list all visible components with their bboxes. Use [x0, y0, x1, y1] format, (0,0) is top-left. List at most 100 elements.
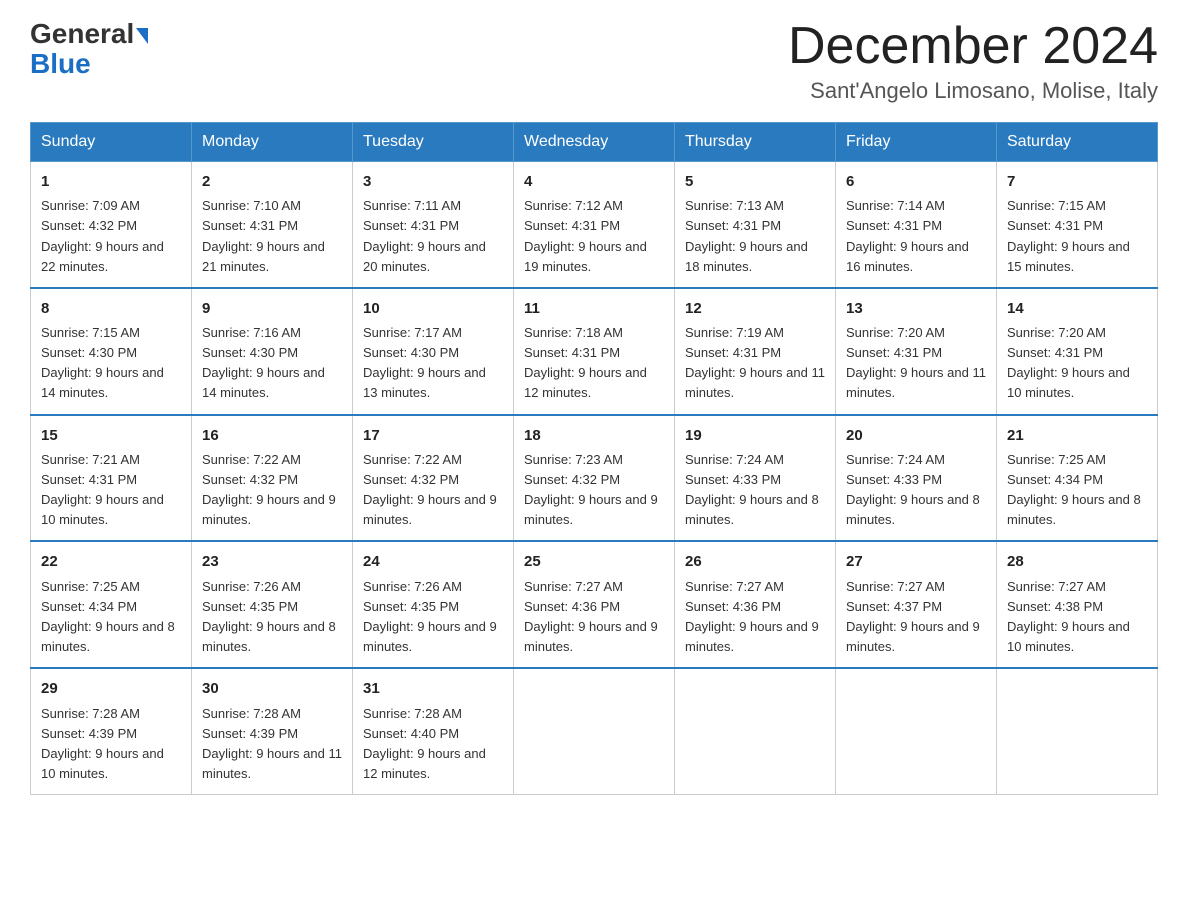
- sunset-text: Sunset: 4:40 PM: [363, 726, 459, 741]
- sunrise-text: Sunrise: 7:26 AM: [202, 579, 301, 594]
- sunset-text: Sunset: 4:35 PM: [202, 599, 298, 614]
- day-number: 9: [202, 297, 342, 320]
- daylight-text: Daylight: 9 hours and 14 minutes.: [41, 365, 164, 400]
- col-saturday: Saturday: [997, 123, 1158, 162]
- sunrise-text: Sunrise: 7:13 AM: [685, 198, 784, 213]
- day-number: 2: [202, 170, 342, 193]
- daylight-text: Daylight: 9 hours and 16 minutes.: [846, 239, 969, 274]
- day-number: 27: [846, 550, 986, 573]
- table-cell: 19Sunrise: 7:24 AMSunset: 4:33 PMDayligh…: [675, 415, 836, 542]
- day-number: 29: [41, 677, 181, 700]
- sunset-text: Sunset: 4:32 PM: [41, 218, 137, 233]
- col-sunday: Sunday: [31, 123, 192, 162]
- day-number: 13: [846, 297, 986, 320]
- daylight-text: Daylight: 9 hours and 10 minutes.: [41, 746, 164, 781]
- sunrise-text: Sunrise: 7:10 AM: [202, 198, 301, 213]
- day-number: 22: [41, 550, 181, 573]
- sunrise-text: Sunrise: 7:22 AM: [363, 452, 462, 467]
- table-cell: 29 Sunrise: 7:28 AM Sunset: 4:39 PM Dayligh…: [31, 668, 192, 794]
- daylight-text: Daylight: 9 hours and 8 minutes.: [846, 492, 980, 527]
- daylight-text: Daylight: 9 hours and 9 minutes.: [202, 492, 336, 527]
- daylight-text: Daylight: 9 hours and 12 minutes.: [524, 365, 647, 400]
- day-number: 28: [1007, 550, 1147, 573]
- sunrise-text: Sunrise: 7:17 AM: [363, 325, 462, 340]
- sunrise-text: Sunrise: 7:18 AM: [524, 325, 623, 340]
- table-cell: 31Sunrise: 7:28 AMSunset: 4:40 PMDayligh…: [353, 668, 514, 794]
- page-header: General Blue December 2024 Sant'Angelo L…: [30, 20, 1158, 104]
- table-cell: 7Sunrise: 7:15 AMSunset: 4:31 PMDaylight…: [997, 162, 1158, 288]
- sunset-text: Sunset: 4:38 PM: [1007, 599, 1103, 614]
- day-number: 31: [363, 677, 503, 700]
- day-number: 19: [685, 424, 825, 447]
- day-number: 6: [846, 170, 986, 193]
- logo-general: General: [30, 18, 134, 49]
- daylight-text: Daylight: 9 hours and 8 minutes.: [202, 619, 336, 654]
- day-number: 5: [685, 170, 825, 193]
- sunset-text: Sunset: 4:31 PM: [1007, 345, 1103, 360]
- table-cell: 26Sunrise: 7:27 AMSunset: 4:36 PMDayligh…: [675, 541, 836, 668]
- daylight-text: Daylight: 9 hours and 10 minutes.: [1007, 365, 1130, 400]
- daylight-text: Daylight: 9 hours and 9 minutes.: [846, 619, 980, 654]
- sunset-text: Sunset: 4:36 PM: [524, 599, 620, 614]
- daylight-text: Daylight: 9 hours and 8 minutes.: [1007, 492, 1141, 527]
- table-cell: 4Sunrise: 7:12 AMSunset: 4:31 PMDaylight…: [514, 162, 675, 288]
- day-number: 26: [685, 550, 825, 573]
- daylight-text: Daylight: 9 hours and 14 minutes.: [202, 365, 325, 400]
- daylight-text: Daylight: 9 hours and 9 minutes.: [524, 492, 658, 527]
- calendar-week-row: 1Sunrise: 7:09 AMSunset: 4:32 PMDaylight…: [31, 162, 1158, 288]
- sunset-text: Sunset: 4:39 PM: [41, 726, 137, 741]
- table-cell: [997, 668, 1158, 794]
- sunset-text: Sunset: 4:31 PM: [685, 218, 781, 233]
- day-number: 23: [202, 550, 342, 573]
- calendar-week-row: 8Sunrise: 7:15 AMSunset: 4:30 PMDaylight…: [31, 288, 1158, 415]
- table-cell: 22Sunrise: 7:25 AMSunset: 4:34 PMDayligh…: [31, 541, 192, 668]
- sunrise-text: Sunrise: 7:20 AM: [1007, 325, 1106, 340]
- daylight-text: Daylight: 9 hours and 9 minutes.: [363, 492, 497, 527]
- col-thursday: Thursday: [675, 123, 836, 162]
- daylight-text: Daylight: 9 hours and 11 minutes.: [202, 746, 342, 781]
- sunset-text: Sunset: 4:30 PM: [363, 345, 459, 360]
- table-cell: 5Sunrise: 7:13 AMSunset: 4:31 PMDaylight…: [675, 162, 836, 288]
- sunset-text: Sunset: 4:31 PM: [685, 345, 781, 360]
- table-cell: 24Sunrise: 7:26 AMSunset: 4:35 PMDayligh…: [353, 541, 514, 668]
- daylight-text: Daylight: 9 hours and 8 minutes.: [41, 619, 175, 654]
- day-number: 21: [1007, 424, 1147, 447]
- calendar-week-row: 15Sunrise: 7:21 AMSunset: 4:31 PMDayligh…: [31, 415, 1158, 542]
- sunrise-text: Sunrise: 7:22 AM: [202, 452, 301, 467]
- sunrise-text: Sunrise: 7:27 AM: [846, 579, 945, 594]
- daylight-text: Daylight: 9 hours and 10 minutes.: [41, 492, 164, 527]
- sunrise-text: Sunrise: 7:12 AM: [524, 198, 623, 213]
- day-number: 20: [846, 424, 986, 447]
- table-cell: 1Sunrise: 7:09 AMSunset: 4:32 PMDaylight…: [31, 162, 192, 288]
- table-cell: 20Sunrise: 7:24 AMSunset: 4:33 PMDayligh…: [836, 415, 997, 542]
- table-cell: 9Sunrise: 7:16 AMSunset: 4:30 PMDaylight…: [192, 288, 353, 415]
- sunrise-text: Sunrise: 7:28 AM: [41, 706, 140, 721]
- month-title: December 2024: [788, 20, 1158, 72]
- table-cell: 23 Sunrise: 7:26 AM Sunset: 4:35 PM Dayligh…: [192, 541, 353, 668]
- table-cell: 6Sunrise: 7:14 AMSunset: 4:31 PMDaylight…: [836, 162, 997, 288]
- sunset-text: Sunset: 4:31 PM: [202, 218, 298, 233]
- calendar-week-row: 22Sunrise: 7:25 AMSunset: 4:34 PMDayligh…: [31, 541, 1158, 668]
- location-title: Sant'Angelo Limosano, Molise, Italy: [788, 78, 1158, 104]
- sunset-text: Sunset: 4:31 PM: [524, 345, 620, 360]
- col-wednesday: Wednesday: [514, 123, 675, 162]
- sunrise-text: Sunrise: 7:15 AM: [41, 325, 140, 340]
- table-cell: 3Sunrise: 7:11 AMSunset: 4:31 PMDaylight…: [353, 162, 514, 288]
- sunrise-text: Sunrise: 7:28 AM: [202, 706, 301, 721]
- sunrise-text: Sunrise: 7:27 AM: [1007, 579, 1106, 594]
- day-number: 14: [1007, 297, 1147, 320]
- sunset-text: Sunset: 4:31 PM: [846, 345, 942, 360]
- day-number: 30: [202, 677, 342, 700]
- day-number: 1: [41, 170, 181, 193]
- daylight-text: Daylight: 9 hours and 12 minutes.: [363, 746, 486, 781]
- day-number: 4: [524, 170, 664, 193]
- sunset-text: Sunset: 4:32 PM: [363, 472, 459, 487]
- daylight-text: Daylight: 9 hours and 11 minutes.: [846, 365, 986, 400]
- day-number: 10: [363, 297, 503, 320]
- col-monday: Monday: [192, 123, 353, 162]
- sunrise-text: Sunrise: 7:21 AM: [41, 452, 140, 467]
- sunrise-text: Sunrise: 7:24 AM: [846, 452, 945, 467]
- sunset-text: Sunset: 4:31 PM: [363, 218, 459, 233]
- table-cell: 12Sunrise: 7:19 AMSunset: 4:31 PMDayligh…: [675, 288, 836, 415]
- sunset-text: Sunset: 4:30 PM: [202, 345, 298, 360]
